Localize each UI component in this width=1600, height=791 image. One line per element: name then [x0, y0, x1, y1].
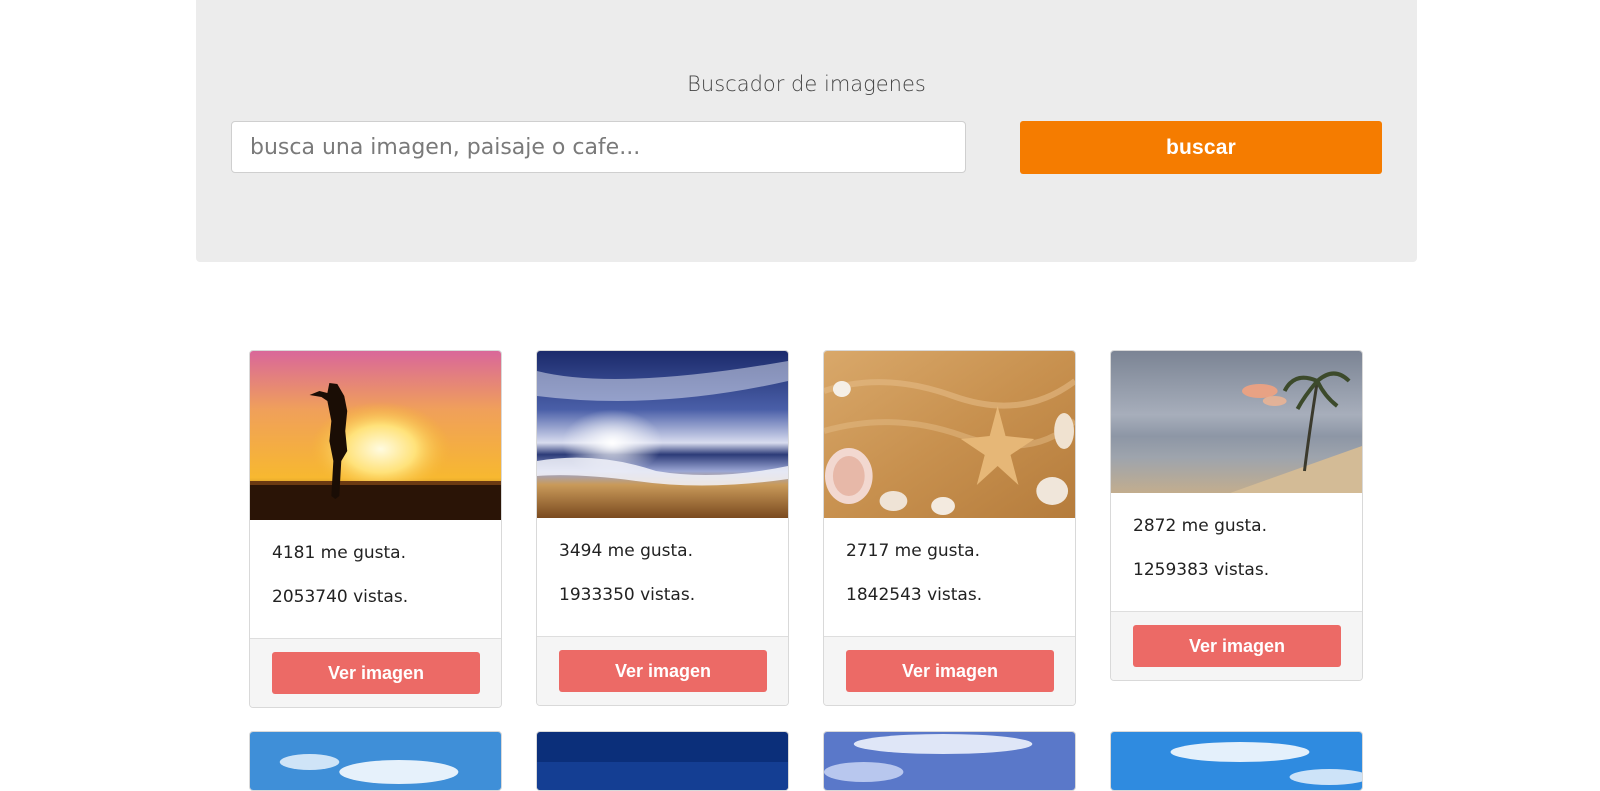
- result-image[interactable]: [824, 351, 1075, 518]
- result-image[interactable]: [250, 351, 501, 520]
- image-card: 2717 me gusta. 1842543 vistas. Ver image…: [823, 350, 1076, 706]
- blue-sky-image: [250, 732, 501, 790]
- result-image[interactable]: [537, 732, 788, 790]
- likes-count: 3494 me gusta.: [559, 541, 693, 561]
- view-image-button[interactable]: Ver imagen: [846, 650, 1054, 692]
- views-count: 2053740 vistas.: [272, 587, 409, 607]
- result-image[interactable]: [1111, 732, 1362, 790]
- search-button[interactable]: buscar: [1020, 121, 1382, 174]
- views-count: 1842543 vistas.: [846, 585, 983, 605]
- result-image[interactable]: [824, 732, 1075, 790]
- result-image[interactable]: [537, 351, 788, 518]
- blue-sky-image: [824, 732, 1075, 790]
- card-footer: Ver imagen: [824, 636, 1075, 705]
- ocean-sunset-image: [537, 351, 788, 518]
- card-footer: Ver imagen: [1111, 611, 1362, 680]
- views-count: 1259383 vistas.: [1133, 560, 1270, 580]
- image-card: 3494 me gusta. 1933350 vistas. Ver image…: [536, 350, 789, 706]
- card-footer: Ver imagen: [250, 638, 501, 707]
- seashells-sand-image: [824, 351, 1075, 518]
- palm-beach-image: [1111, 351, 1362, 493]
- likes-count: 2717 me gusta.: [846, 541, 980, 561]
- dark-sky-image: [537, 732, 788, 790]
- view-image-button[interactable]: Ver imagen: [272, 652, 480, 694]
- image-card: [823, 731, 1076, 791]
- search-header: Buscador de imagenes buscar: [196, 0, 1417, 262]
- views-count: 1933350 vistas.: [559, 585, 696, 605]
- sunset-silhouette-image: [250, 351, 501, 520]
- image-card: [1110, 731, 1363, 791]
- result-image[interactable]: [250, 732, 501, 790]
- page-title: Buscador de imagenes: [687, 72, 926, 96]
- likes-count: 4181 me gusta.: [272, 543, 406, 563]
- card-body: 2717 me gusta. 1842543 vistas.: [824, 518, 1075, 636]
- image-card: 4181 me gusta. 2053740 vistas. Ver image…: [249, 350, 502, 708]
- card-body: 2872 me gusta. 1259383 vistas.: [1111, 493, 1362, 611]
- search-input[interactable]: [231, 121, 966, 173]
- view-image-button[interactable]: Ver imagen: [1133, 625, 1341, 667]
- card-body: 3494 me gusta. 1933350 vistas.: [537, 518, 788, 636]
- image-card: [536, 731, 789, 791]
- card-footer: Ver imagen: [537, 636, 788, 705]
- view-image-button[interactable]: Ver imagen: [559, 650, 767, 692]
- result-image[interactable]: [1111, 351, 1362, 493]
- card-body: 4181 me gusta. 2053740 vistas.: [250, 520, 501, 638]
- image-card: [249, 731, 502, 791]
- image-card: 2872 me gusta. 1259383 vistas. Ver image…: [1110, 350, 1363, 681]
- blue-sky-image: [1111, 732, 1362, 790]
- likes-count: 2872 me gusta.: [1133, 516, 1267, 536]
